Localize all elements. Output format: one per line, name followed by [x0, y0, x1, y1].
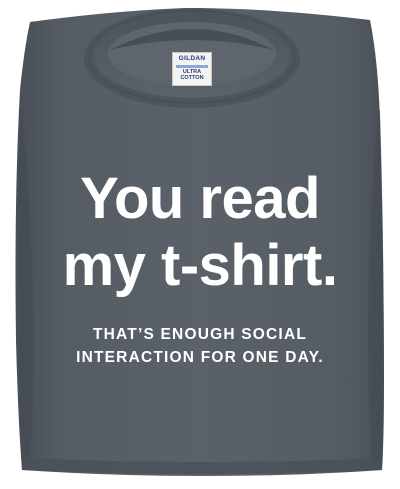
neck-label-tag: GILDAN ULTRA COTTON	[172, 52, 212, 86]
tag-stripe	[176, 64, 208, 68]
shirt-headline-line1: You read	[80, 166, 320, 231]
shirt-subline-line2: INTERACTION FOR ONE DAY.	[76, 349, 324, 366]
shirt-subline-line1: THAT’S ENOUGH SOCIAL	[92, 326, 308, 343]
tag-line-2: COTTON	[180, 74, 204, 81]
tag-brand: GILDAN	[178, 55, 206, 62]
shirt-headline-line2: my t-shirt.	[62, 233, 338, 298]
product-image: GILDAN ULTRA COTTON You read my t-shirt.…	[0, 0, 400, 489]
